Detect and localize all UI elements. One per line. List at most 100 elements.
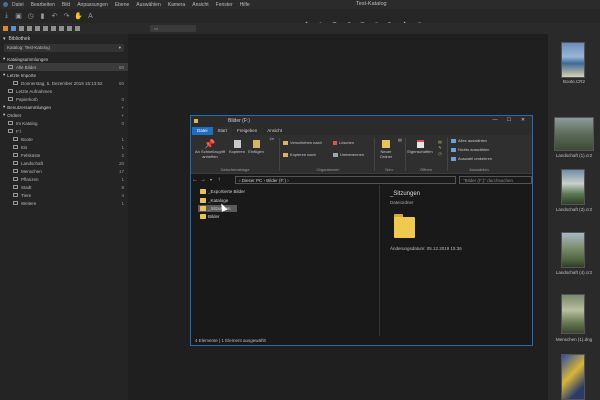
clock-icon[interactable]: ◷ <box>25 11 36 22</box>
collapse-icon[interactable]: ▾ <box>3 36 6 42</box>
thumbnail-landschaft-4[interactable] <box>561 232 585 268</box>
stop-icon[interactable]: ▮ <box>37 11 48 22</box>
back-button[interactable]: ← <box>191 177 199 183</box>
new-folder-button[interactable]: Neuer Ordner <box>375 138 397 159</box>
content-modified: Änderungsdatum: 05.12.2019 15:36 <box>390 246 462 251</box>
tree-item-label: Weitere <box>21 200 37 206</box>
tree-item[interactable]: Alle Bilder 60 <box>0 63 128 71</box>
address-field[interactable]: › Dieser PC › Bilder (F:) › <box>235 176 456 184</box>
thumbnail-landschaft-3[interactable] <box>561 169 585 205</box>
copy-to-button[interactable]: Kopieren nach <box>283 152 316 157</box>
metadata-tab-icon[interactable] <box>67 26 72 31</box>
library-tab-icon[interactable] <box>3 26 8 31</box>
batch-tab-icon[interactable] <box>75 26 80 31</box>
folder-icon <box>200 189 206 194</box>
tab-freigeben[interactable]: Freigeben <box>232 127 262 135</box>
up-button[interactable]: ↑ <box>215 177 223 183</box>
forward-button[interactable]: → <box>199 177 207 183</box>
tree-item[interactable]: Tiere 4 <box>0 191 128 199</box>
close-button[interactable]: ✕ <box>516 117 530 123</box>
paste-button[interactable]: Einfügen <box>247 138 265 155</box>
hand-icon[interactable]: ✋ <box>73 11 84 22</box>
nav-item-bilder[interactable]: Bilder <box>200 213 220 220</box>
local-tab-icon[interactable] <box>51 26 56 31</box>
color-tab-icon[interactable] <box>27 26 32 31</box>
tree-item[interactable]: Donnerstag, 5. Dezember 2019 15:13:52 60 <box>0 79 128 87</box>
move-to-button[interactable]: Verschieben nach <box>283 140 322 145</box>
text-icon[interactable]: A <box>85 11 96 22</box>
rename-button[interactable]: Umbenennen <box>333 152 364 157</box>
menu-bearbeiten[interactable]: Bearbeiten <box>31 2 55 8</box>
add-icon[interactable]: + <box>121 105 124 110</box>
cut-icon[interactable]: ✂ <box>268 137 276 142</box>
tree-item[interactable]: Papierkorb 0 <box>0 95 128 103</box>
tree-item[interactable]: Letzte Aufnahmen <box>0 87 128 95</box>
add-icon[interactable]: + <box>121 113 124 118</box>
tree-item[interactable]: Pflanzen 1 <box>0 175 128 183</box>
tree-item[interactable]: ▾ Katalogsammlungen <box>0 55 128 63</box>
nav-item-sitzungen[interactable]: _Sitzungen <box>198 205 237 212</box>
tree-item[interactable]: Stadt 8 <box>0 183 128 191</box>
lens-tab-icon[interactable] <box>19 26 24 31</box>
menu-auswaehlen[interactable]: Auswählen <box>136 2 160 8</box>
library-header[interactable]: ▾ Bibliothek <box>0 34 128 43</box>
new-item-icon[interactable]: ▤ <box>397 137 403 143</box>
thumbnail-boote[interactable] <box>561 42 585 78</box>
output-tab-icon[interactable] <box>59 26 64 31</box>
tree-item[interactable]: ▾ Ordner + <box>0 111 128 119</box>
menu-kamera[interactable]: Kamera <box>168 2 186 8</box>
tree-item[interactable]: ▾ Benutzersammlungen + <box>0 103 128 111</box>
details-tab-icon[interactable] <box>43 26 48 31</box>
invert-selection-button[interactable]: Auswahl umkehren <box>451 156 492 161</box>
thumbnail-menschen-1[interactable] <box>561 294 585 334</box>
delete-button[interactable]: Löschen <box>333 140 354 145</box>
invert-icon <box>451 156 456 161</box>
chevron-down-icon[interactable]: ▾ <box>3 56 5 62</box>
capture-tab-icon[interactable] <box>11 26 16 31</box>
tree-item[interactable]: Landschaft 20 <box>0 159 128 167</box>
search-input[interactable]: "Bilder (F:)" durchsuchen <box>459 176 532 184</box>
catalog-select[interactable]: Katalog: Test-Katalog ▾ <box>4 44 124 52</box>
tree-item[interactable]: Im Katalog 0 <box>0 119 128 127</box>
tree-item[interactable]: F:\ <box>0 127 128 135</box>
large-folder-icon[interactable] <box>394 214 415 238</box>
capture-icon[interactable]: ▣ <box>13 11 24 22</box>
menu-anpassungen[interactable]: Anpassungen <box>77 2 108 8</box>
menu-fenster[interactable]: Fenster <box>216 2 233 8</box>
copy-button[interactable]: Kopieren <box>228 138 246 155</box>
exposure-tab-icon[interactable] <box>35 26 40 31</box>
menu-bild[interactable]: Bild <box>62 2 70 8</box>
tree-item[interactable]: ▾ Letzte Importe <box>0 71 128 79</box>
tab-datei[interactable]: Datei <box>192 127 213 135</box>
thumbnail-last[interactable] <box>561 354 585 400</box>
viewer-tab[interactable]: ▭ <box>150 25 196 32</box>
tree-item[interactable]: Boote 1 <box>0 135 128 143</box>
recent-chevron-icon[interactable]: ▾ <box>207 177 215 182</box>
open-icons[interactable]: ▤ ✎ ◷ <box>437 139 443 157</box>
menu-ebene[interactable]: Ebene <box>115 2 129 8</box>
library-title: Bibliothek <box>8 35 31 42</box>
chevron-down-icon[interactable]: ▾ <box>3 104 5 110</box>
tree-item[interactable]: Weitere 1 <box>0 199 128 207</box>
nav-item-exportierte-bilder[interactable]: _Exportierte Bilder <box>200 188 245 195</box>
properties-button[interactable]: Eigenschaften <box>405 138 435 155</box>
maximize-button[interactable]: ☐ <box>502 117 516 123</box>
tab-ansicht[interactable]: Ansicht <box>262 127 287 135</box>
tree-item[interactable]: Menschen 17 <box>0 167 128 175</box>
tab-start[interactable]: Start <box>212 127 233 135</box>
thumbnail-landschaft-1[interactable] <box>554 117 594 151</box>
pin-quick-access-button[interactable]: 📌 An Schnellzugriff anheften <box>193 138 227 159</box>
chevron-down-icon[interactable]: ▾ <box>3 72 5 78</box>
select-none-button[interactable]: Nichts auswählen <box>451 147 489 152</box>
redo-icon[interactable]: ↷ <box>61 11 72 22</box>
undo-icon[interactable]: ↶ <box>49 11 60 22</box>
tree-item[interactable]: Felsküste 2 <box>0 151 128 159</box>
menu-ansicht[interactable]: Ansicht <box>192 2 208 8</box>
menu-datei[interactable]: Datei <box>12 2 24 8</box>
import-icon[interactable]: ⤓ <box>1 11 12 22</box>
minimize-button[interactable]: — <box>488 117 502 123</box>
tree-item[interactable]: Eis 1 <box>0 143 128 151</box>
select-all-button[interactable]: Alles auswählen <box>451 138 487 143</box>
chevron-down-icon[interactable]: ▾ <box>3 112 5 118</box>
menu-hilfe[interactable]: Hilfe <box>240 2 250 8</box>
